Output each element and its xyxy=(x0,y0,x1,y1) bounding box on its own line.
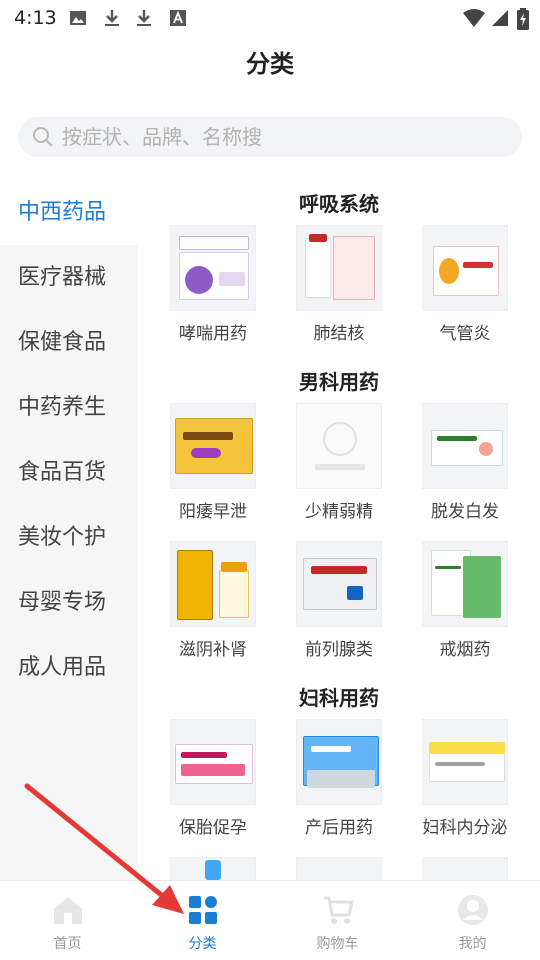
product-tile[interactable]: 妇科内分泌 xyxy=(402,719,528,838)
product-label: 保胎促孕 xyxy=(179,818,247,838)
product-image xyxy=(170,225,256,311)
category-item-adult[interactable]: 成人用品 xyxy=(0,635,138,700)
product-label: 产后用药 xyxy=(305,818,373,838)
product-image xyxy=(170,719,256,805)
product-tile[interactable]: 气管炎 xyxy=(402,225,528,344)
category-nav: 中西药品 医疗器械 保健食品 中药养生 食品百货 美妆个护 母婴专场 成人用品 xyxy=(0,180,138,700)
product-image xyxy=(296,719,382,805)
category-item-food-groceries[interactable]: 食品百货 xyxy=(0,440,138,505)
category-item-western-chinese-medicine[interactable]: 中西药品 xyxy=(0,180,138,245)
tab-label: 购物车 xyxy=(316,936,359,952)
subcategory-panel: 呼吸系统 哮喘用药 肺结核 气管炎 男科用药 阳痿早泄 少精弱精 脱发白发 滋阴… xyxy=(150,180,540,880)
product-label: 肺结核 xyxy=(313,324,365,344)
product-image xyxy=(422,857,508,880)
status-time: 4:13 xyxy=(14,7,57,29)
signal-icon xyxy=(492,10,508,26)
product-image xyxy=(422,225,508,311)
product-label: 滋阴补肾 xyxy=(179,640,247,660)
tab-profile[interactable]: 我的 xyxy=(405,881,540,960)
cart-icon xyxy=(324,896,354,924)
search-input[interactable] xyxy=(62,117,502,157)
bottom-tab-bar: 首页 分类 购物车 我的 xyxy=(0,880,540,960)
product-tile[interactable]: 肺结核 xyxy=(276,225,402,344)
download-icon xyxy=(105,10,119,26)
download-icon xyxy=(137,10,151,26)
product-tile[interactable]: 少精弱精 xyxy=(276,403,402,522)
section-title: 男科用药 xyxy=(299,370,379,394)
product-tile[interactable]: 阳痿早泄 xyxy=(150,403,276,522)
product-tile[interactable]: 哮喘用药 xyxy=(150,225,276,344)
section-title: 呼吸系统 xyxy=(299,192,379,216)
product-tile[interactable] xyxy=(276,857,402,880)
page-title: 分类 xyxy=(246,50,294,78)
category-item-medical-devices[interactable]: 医疗器械 xyxy=(0,245,138,310)
section-title: 妇科用药 xyxy=(299,686,379,710)
category-item-mother-baby[interactable]: 母婴专场 xyxy=(0,570,138,635)
search-box[interactable] xyxy=(18,117,522,157)
product-tile[interactable] xyxy=(150,857,276,880)
category-item-beauty-care[interactable]: 美妆个护 xyxy=(0,505,138,570)
product-label: 少精弱精 xyxy=(305,502,373,522)
tab-label: 我的 xyxy=(458,936,487,952)
product-image xyxy=(296,403,382,489)
product-image xyxy=(170,857,256,880)
product-image xyxy=(296,541,382,627)
tab-label: 首页 xyxy=(53,936,82,952)
search-icon xyxy=(33,127,53,147)
battery-charging-icon xyxy=(517,8,529,30)
wifi-icon xyxy=(463,9,485,27)
product-tile[interactable]: 保胎促孕 xyxy=(150,719,276,838)
product-tile[interactable]: 脱发白发 xyxy=(402,403,528,522)
category-item-tcm-wellness[interactable]: 中药养生 xyxy=(0,375,138,440)
category-grid-icon xyxy=(189,896,217,924)
profile-icon xyxy=(458,895,488,925)
product-label: 阳痿早泄 xyxy=(179,502,247,522)
tab-home[interactable]: 首页 xyxy=(0,881,135,960)
font-a-icon xyxy=(170,10,186,26)
product-image xyxy=(422,541,508,627)
product-image xyxy=(422,719,508,805)
product-tile[interactable]: 前列腺类 xyxy=(276,541,402,660)
product-tile[interactable]: 戒烟药 xyxy=(402,541,528,660)
status-bar: 4:13 xyxy=(0,0,540,36)
product-label: 妇科内分泌 xyxy=(422,818,508,838)
tab-category[interactable]: 分类 xyxy=(135,881,270,960)
product-tile[interactable]: 产后用药 xyxy=(276,719,402,838)
category-item-health-food[interactable]: 保健食品 xyxy=(0,310,138,375)
product-tile[interactable]: 滋阴补肾 xyxy=(150,541,276,660)
home-icon xyxy=(54,897,82,924)
product-tile[interactable] xyxy=(402,857,528,880)
tab-label: 分类 xyxy=(188,936,217,952)
product-label: 戒烟药 xyxy=(439,640,491,660)
product-image xyxy=(170,541,256,627)
product-label: 前列腺类 xyxy=(305,640,373,660)
product-label: 哮喘用药 xyxy=(179,324,247,344)
product-image xyxy=(296,857,382,880)
product-label: 脱发白发 xyxy=(431,502,499,522)
product-label: 气管炎 xyxy=(439,324,491,344)
image-icon xyxy=(70,11,86,25)
product-image xyxy=(422,403,508,489)
product-image xyxy=(170,403,256,489)
tab-cart[interactable]: 购物车 xyxy=(270,881,405,960)
product-image xyxy=(296,225,382,311)
